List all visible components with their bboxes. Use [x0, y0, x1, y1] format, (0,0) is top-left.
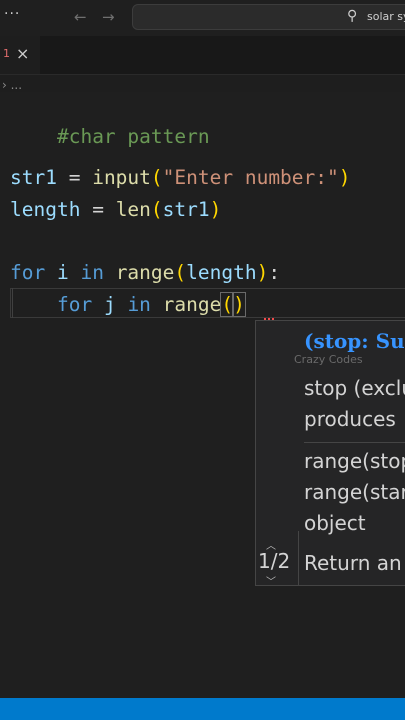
token-keyword: in — [80, 261, 104, 284]
watermark-text: Crazy Codes — [294, 353, 363, 366]
token-function: range — [103, 261, 175, 284]
code-line-4: for i in range(length): — [10, 261, 280, 284]
code-line-3: length = len(str1) — [10, 198, 221, 221]
menu-icon[interactable]: ··· — [4, 6, 20, 22]
signature-help-popup: (stop: Sup Crazy Codes stop (exclu produ… — [255, 320, 405, 586]
token-bracket-close: ) — [232, 292, 246, 317]
doc-line: object — [304, 511, 366, 535]
code-line-1: #char pattern — [10, 102, 210, 171]
title-bar: ··· ← → ⚲ solar sy — [0, 0, 405, 36]
code-line-2: str1 = input("Enter number:") — [10, 166, 351, 189]
token-bracket: ( — [174, 261, 187, 284]
token-variable: str1 — [10, 166, 57, 189]
breadcrumb[interactable]: › ... — [2, 78, 22, 92]
token-argument: str1 — [162, 198, 210, 221]
doc-line: Return an — [304, 551, 402, 575]
doc-line: range(stop — [304, 449, 405, 473]
counter-separator — [298, 531, 299, 585]
doc-separator — [304, 442, 405, 443]
signature-text: (stop: Sup — [304, 329, 405, 353]
token-function: input — [92, 166, 151, 189]
command-center-search[interactable]: ⚲ solar sy — [132, 4, 405, 30]
doc-line: stop (exclu — [304, 376, 405, 400]
comment-text: #char pattern — [56, 125, 210, 148]
chevron-down-icon[interactable]: ﹀ — [266, 573, 276, 585]
token-bracket: ) — [209, 198, 222, 221]
editor-tab[interactable]: 1 × — [0, 36, 40, 74]
token-keyword: in — [127, 293, 151, 316]
doc-line: range(star — [304, 480, 405, 504]
token-variable: length — [10, 198, 81, 221]
overload-counter: 1/2 — [258, 549, 291, 573]
token-bracket: ) — [338, 166, 351, 189]
token-function: len — [115, 198, 151, 221]
token-keyword: for — [56, 293, 93, 316]
back-arrow-icon[interactable]: ← — [74, 8, 87, 26]
search-icon: ⚲ — [347, 8, 358, 24]
token-colon: : — [268, 261, 281, 284]
token-variable: j — [92, 293, 128, 316]
token-variable: i — [45, 261, 81, 284]
token-bracket: ( — [150, 166, 163, 189]
status-bar — [0, 698, 405, 720]
forward-arrow-icon[interactable]: → — [102, 8, 115, 26]
token-string: "Enter number:" — [162, 166, 339, 189]
token-bracket-open: ( — [220, 292, 235, 317]
token-bracket: ( — [150, 198, 163, 221]
token-argument: length — [186, 261, 257, 284]
code-line-5: for j in range() — [10, 292, 246, 317]
token-operator: = — [56, 166, 93, 189]
tab-number: 1 — [3, 47, 10, 60]
token-operator: = — [80, 198, 116, 221]
search-text: solar sy — [367, 10, 405, 23]
doc-line: produces — [304, 407, 396, 431]
token-keyword: for — [10, 261, 46, 284]
token-bracket: ) — [256, 261, 269, 284]
token-function: range — [150, 293, 222, 316]
tab-strip: 1 × — [0, 36, 405, 75]
close-icon[interactable]: × — [16, 44, 29, 63]
